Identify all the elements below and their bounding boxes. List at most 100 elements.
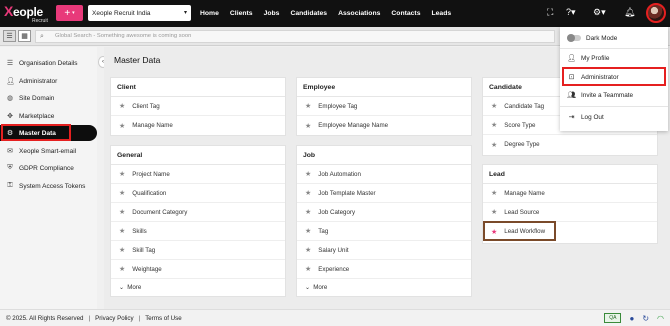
general-panel: General ★ Project Name ★ Qualification ★ Do… xyxy=(110,145,286,297)
dark-mode-toggle[interactable]: Dark Mode xyxy=(560,29,668,47)
bell-icon[interactable]: 🔔︎ xyxy=(624,7,635,18)
key-icon: ⚿ xyxy=(7,182,13,189)
nav-home[interactable]: Home xyxy=(200,10,219,17)
list-item[interactable]: ★ Tag xyxy=(297,222,471,241)
star-icon: ★ xyxy=(305,122,312,130)
mail-icon: ✉ xyxy=(7,148,13,155)
logout-label: Log Out xyxy=(581,113,604,121)
qa-badge[interactable]: QA xyxy=(604,313,622,323)
list-item[interactable]: ★ Skill Tag xyxy=(111,241,285,260)
refresh-icon[interactable]: ↻ xyxy=(642,314,649,323)
panel-title: General xyxy=(111,146,285,165)
list-item-label: Weightage xyxy=(132,265,162,273)
privacy-policy-link[interactable]: Privacy Policy xyxy=(95,315,134,322)
list-item[interactable]: ★ Experience xyxy=(297,260,471,279)
quick-add-button[interactable]: + ▾ xyxy=(56,5,83,21)
sidebar-item-smart-email[interactable]: ✉ Xeople Smart-email xyxy=(0,143,97,159)
nav-leads[interactable]: Leads xyxy=(431,10,451,17)
list-item[interactable]: ★ Employee Tag xyxy=(297,97,471,116)
account-icon[interactable]: ● xyxy=(629,314,634,323)
list-item-label: Score Type xyxy=(504,121,536,129)
list-item[interactable]: ★ Qualification xyxy=(111,184,285,203)
list-item[interactable]: ★ Job Template Master xyxy=(297,184,471,203)
sidebar-item-site-domain[interactable]: ◍ Site Domain xyxy=(0,90,97,106)
list-item[interactable]: ★ Degree Type xyxy=(483,135,657,154)
nav-candidates[interactable]: Candidates xyxy=(290,10,327,17)
terms-link[interactable]: Terms of Use xyxy=(145,315,181,322)
list-item-label: Skill Tag xyxy=(132,246,156,254)
sidebar-item-label: Administrator xyxy=(19,77,58,85)
caret-down-icon: ▾ xyxy=(72,10,75,16)
sidebar-item-organisation-details[interactable]: ☰ Organisation Details xyxy=(0,55,97,71)
list-item-label: Experience xyxy=(318,265,350,273)
chevron-down-icon: ⌄ xyxy=(305,283,311,291)
star-icon: ★ xyxy=(305,266,312,273)
nav-contacts[interactable]: Contacts xyxy=(391,10,420,17)
star-icon: ★ xyxy=(119,103,126,110)
fullscreen-icon[interactable]: ⛶ xyxy=(547,7,553,18)
shield-icon: ⛨ xyxy=(7,164,13,171)
search-placeholder: Global Search - Something awesome is com… xyxy=(55,33,192,39)
logo-text: eople xyxy=(13,5,43,19)
star-icon: ★ xyxy=(305,228,312,235)
chevron-down-icon: ⌄ xyxy=(119,283,125,291)
list-item[interactable]: ★ Document Category xyxy=(111,203,285,222)
star-icon: ★ xyxy=(491,209,498,216)
list-item[interactable]: ★ Manage Name xyxy=(111,116,285,135)
wifi-icon: ◠ xyxy=(657,313,664,323)
nav-jobs[interactable]: Jobs xyxy=(264,10,280,17)
list-item[interactable]: ★ Job Category xyxy=(297,203,471,222)
shop-icon: ✥ xyxy=(7,113,13,120)
invite-teammate-item[interactable]: 👥︎ Invite a Teammate xyxy=(560,86,668,104)
sidebar-item-marketplace[interactable]: ✥ Marketplace xyxy=(0,108,97,124)
more-button[interactable]: ⌄ More xyxy=(297,279,471,295)
list-item-label: Document Category xyxy=(132,208,188,216)
gear-icon[interactable]: ⚙▾ xyxy=(593,7,606,18)
view-toggle: ☰ ▦ xyxy=(3,30,31,42)
highlight-outline xyxy=(483,221,556,241)
panel-title: Client xyxy=(111,78,285,97)
divider: | xyxy=(138,314,141,322)
list-item[interactable]: ★ Manage Name xyxy=(483,184,657,203)
copyright-text: © 2025. All Rights Reserved xyxy=(6,314,84,322)
toggle-switch[interactable] xyxy=(567,34,581,42)
list-item[interactable]: ★ Employee Manage Name xyxy=(297,116,471,135)
company-select[interactable]: Xeople Recruit India ▾ xyxy=(88,5,191,21)
nav-associations[interactable]: Associations xyxy=(338,10,380,17)
sidebar-item-label: Xeople Smart-email xyxy=(19,147,77,155)
star-icon: ★ xyxy=(491,122,498,129)
sidebar-item-administrator[interactable]: 👤︎ Administrator xyxy=(0,73,97,89)
sidebar-item-gdpr-compliance[interactable]: ⛨ GDPR Compliance xyxy=(0,160,97,176)
xeople-logo[interactable]: Xeople Recruit xyxy=(4,2,52,26)
list-item-label: Job Template Master xyxy=(318,189,376,197)
list-item[interactable]: ★ Salary Unit xyxy=(297,241,471,260)
list-item[interactable]: ★ Job Automation xyxy=(297,165,471,184)
caret-down-icon: ▾ xyxy=(183,10,187,16)
star-icon: ★ xyxy=(119,171,126,178)
global-search-input[interactable]: ⌕ Global Search - Something awesome is c… xyxy=(35,30,555,43)
help-icon[interactable]: ?▾ xyxy=(566,7,576,18)
list-icon: ☰ xyxy=(6,60,14,67)
list-item-label: Employee Manage Name xyxy=(318,122,389,129)
list-item[interactable]: ★ Weightage xyxy=(111,260,285,279)
list-item-label: Employee Tag xyxy=(318,102,358,110)
my-profile-item[interactable]: 👤︎ My Profile xyxy=(560,49,668,67)
list-item-label: Qualification xyxy=(132,189,167,197)
logout-item[interactable]: ⇥ Log Out xyxy=(560,108,668,126)
sidebar-item-system-access-tokens[interactable]: ⚿ System Access Tokens xyxy=(0,178,97,194)
top-navbar: Xeople Recruit + ▾ Xeople Recruit India ▾… xyxy=(0,0,670,27)
star-icon: ★ xyxy=(305,209,312,216)
list-item[interactable]: ★ Client Tag xyxy=(111,97,285,116)
list-view-button[interactable]: ☰ xyxy=(3,30,16,42)
list-item[interactable]: ★ Lead Source xyxy=(483,203,657,222)
star-icon: ★ xyxy=(305,190,312,197)
list-item[interactable]: ★ Skills xyxy=(111,222,285,241)
nav-clients[interactable]: Clients xyxy=(230,10,253,17)
company-select-value: Xeople Recruit India xyxy=(92,9,151,17)
avatar[interactable] xyxy=(646,3,666,23)
footer: © 2025. All Rights Reserved | Privacy Po… xyxy=(0,309,670,326)
grid-view-button[interactable]: ▦ xyxy=(18,30,31,42)
list-item[interactable]: ★ Project Name xyxy=(111,165,285,184)
user-icon: 👤︎ xyxy=(6,78,15,85)
more-button[interactable]: ⌄ More xyxy=(111,279,285,295)
